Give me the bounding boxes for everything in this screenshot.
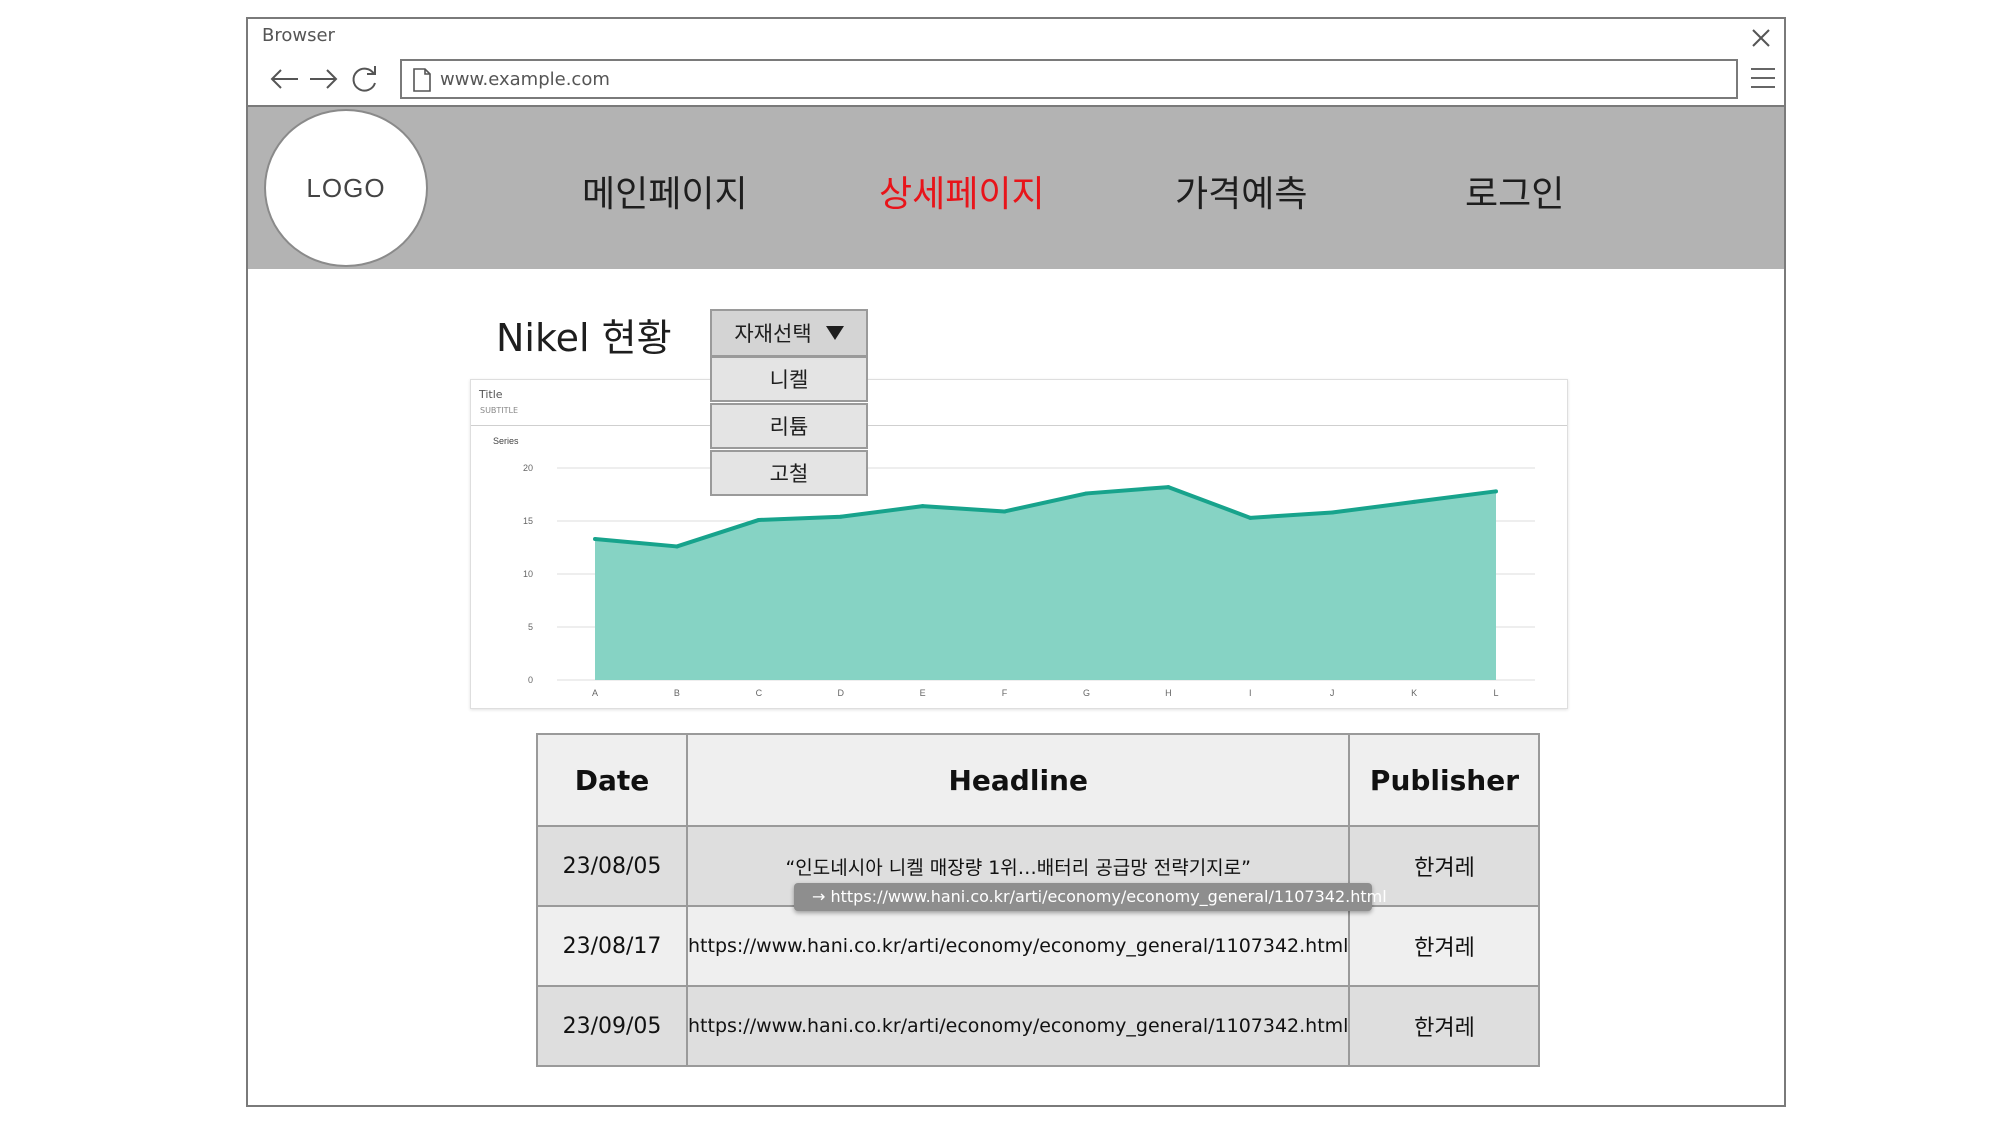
x-tick-label: H xyxy=(1165,688,1172,698)
cell-publisher: 한겨레 xyxy=(1348,985,1541,1067)
url-text: www.example.com xyxy=(440,69,610,90)
forward-arrow-icon[interactable] xyxy=(306,61,342,97)
hamburger-menu-icon[interactable] xyxy=(1748,63,1778,93)
y-tick-label: 20 xyxy=(523,463,533,473)
site-header: LOGO 메인페이지 상세페이지 가격예측 로그인 xyxy=(248,107,1784,269)
cell-publisher: 한겨레 xyxy=(1348,905,1541,987)
cell-date: 23/08/05 xyxy=(536,825,688,907)
chart-card: Title SUBTITLE Series 0 5 10 15 20 A B C D E F G H I J K… xyxy=(470,379,1568,709)
x-tick-label: J xyxy=(1330,688,1335,698)
data-point xyxy=(674,544,679,549)
column-header-publisher: Publisher xyxy=(1348,733,1541,827)
x-tick-label: G xyxy=(1083,688,1090,698)
cell-headline-link[interactable]: https://www.hani.co.kr/arti/economy/econ… xyxy=(685,905,1351,987)
data-point xyxy=(1494,489,1498,494)
x-tick-label: A xyxy=(592,688,598,698)
caret-down-icon xyxy=(825,326,844,340)
x-tick-label: B xyxy=(674,688,680,698)
table-row: 23/09/05 https://www.hani.co.kr/arti/eco… xyxy=(536,985,1541,1067)
y-tick-label: 5 xyxy=(528,622,533,632)
x-tick-label: D xyxy=(837,688,844,698)
link-tooltip: → https://www.hani.co.kr/arti/economy/ec… xyxy=(794,883,1387,911)
data-point xyxy=(756,517,761,522)
x-tick-label: C xyxy=(756,688,763,698)
back-arrow-icon[interactable] xyxy=(266,61,302,97)
table-header-row: Date Headline Publisher xyxy=(536,733,1541,827)
dropdown-label: 자재선택 xyxy=(734,322,812,346)
cell-headline-link[interactable]: https://www.hani.co.kr/arti/economy/econ… xyxy=(685,985,1351,1067)
x-tick-label: L xyxy=(1493,688,1498,698)
x-tick-label: F xyxy=(1002,688,1008,698)
data-point xyxy=(920,504,925,509)
legend-series-label: Series xyxy=(493,436,519,446)
data-point xyxy=(1084,491,1089,496)
data-point xyxy=(1248,515,1253,520)
headline-link[interactable]: “인도네시아 니켈 매장량 1위…배터리 공급망 전략기지로” xyxy=(785,857,1251,879)
site-logo[interactable]: LOGO xyxy=(264,109,428,267)
headline-link[interactable]: https://www.hani.co.kr/arti/economy/econ… xyxy=(688,1015,1348,1037)
x-tick-label: K xyxy=(1411,688,1417,698)
nav-login[interactable]: 로그인 xyxy=(1465,165,1564,217)
data-point xyxy=(593,537,597,542)
refresh-icon[interactable] xyxy=(346,61,382,97)
data-point xyxy=(1002,509,1007,514)
data-point xyxy=(838,514,843,519)
area-chart: Series 0 5 10 15 20 A B C D E F G H I J K L xyxy=(493,436,1535,698)
headline-link[interactable]: https://www.hani.co.kr/arti/economy/econ… xyxy=(688,935,1348,957)
series-area xyxy=(595,487,1496,680)
data-point xyxy=(1166,485,1171,490)
dropdown-option-lithium[interactable]: 리튬 xyxy=(710,403,868,449)
x-tick-label: I xyxy=(1249,688,1252,698)
cell-date: 23/08/17 xyxy=(536,905,688,987)
column-header-date: Date xyxy=(536,733,688,827)
browser-window: Browser www.example.com LOGO 메인페이지 상세페이지… xyxy=(246,17,1786,1107)
table-row: 23/08/17 https://www.hani.co.kr/arti/eco… xyxy=(536,905,1541,987)
dropdown-option-scrap-iron[interactable]: 고철 xyxy=(710,450,868,496)
dropdown-option-nickel[interactable]: 니켈 xyxy=(710,356,868,402)
y-tick-label: 15 xyxy=(523,516,533,526)
y-tick-label: 10 xyxy=(523,569,533,579)
column-header-headline: Headline xyxy=(685,733,1351,827)
window-title: Browser xyxy=(262,25,335,46)
y-tick-label: 0 xyxy=(528,675,533,685)
cell-date: 23/09/05 xyxy=(536,985,688,1067)
nav-price-forecast[interactable]: 가격예측 xyxy=(1175,165,1307,217)
close-icon[interactable] xyxy=(1748,25,1774,51)
data-point xyxy=(1330,510,1335,515)
page-title: Nikel 현황 xyxy=(496,316,672,360)
data-point xyxy=(1412,499,1417,504)
address-bar[interactable]: www.example.com xyxy=(400,59,1738,99)
x-tick-label: E xyxy=(920,688,926,698)
page-icon xyxy=(413,68,431,92)
material-select-dropdown[interactable]: 자재선택 xyxy=(710,309,868,357)
nav-detail-page[interactable]: 상세페이지 xyxy=(879,165,1045,217)
nav-main-page[interactable]: 메인페이지 xyxy=(582,165,748,217)
